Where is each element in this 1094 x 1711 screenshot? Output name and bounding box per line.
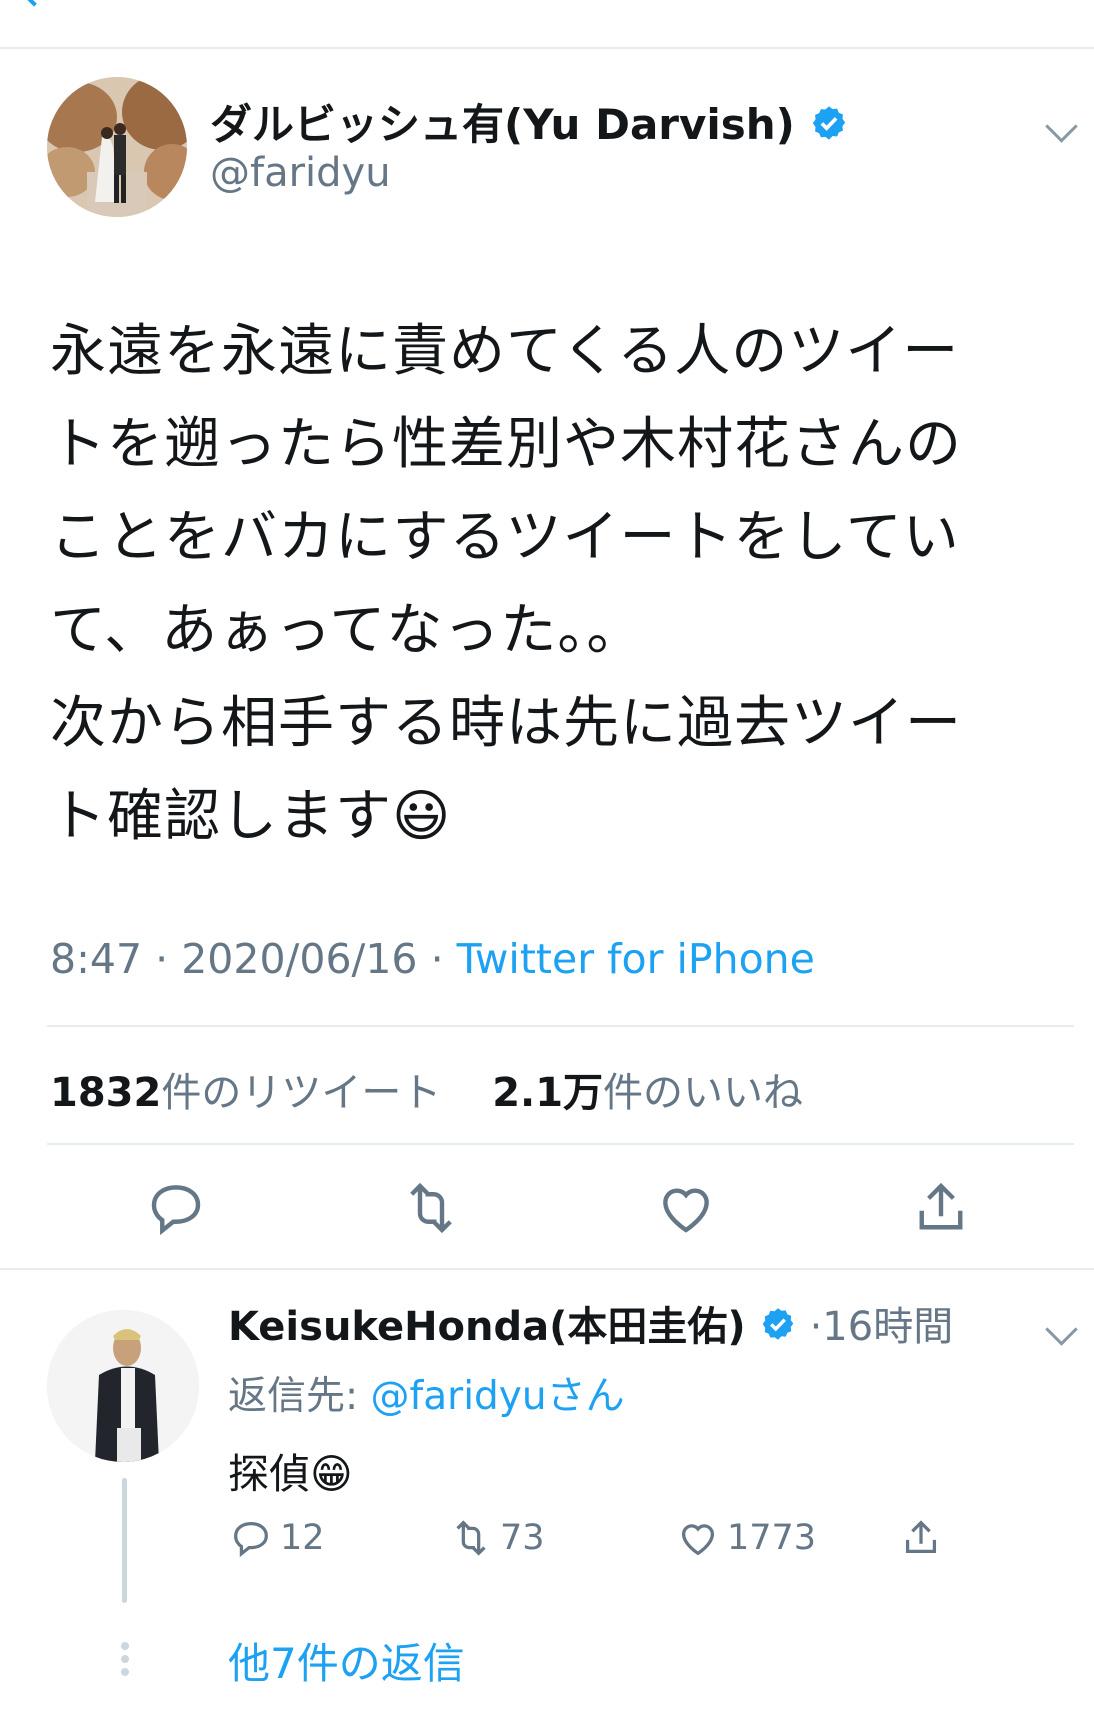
wedding-photo-avatar (47, 77, 187, 217)
tweet-date: 2020/06/16 (181, 935, 418, 983)
reply-to-handle[interactable]: @faridyuさん (371, 1374, 625, 1419)
reply-author-name[interactable]: KeisukeHonda(本田圭佑) (228, 1304, 746, 1350)
like-icon[interactable] (653, 1175, 719, 1241)
thread-dot (121, 1655, 129, 1663)
divider (0, 1268, 1094, 1270)
back-chevron-icon[interactable] (11, 0, 57, 7)
thread-dot (121, 1668, 129, 1676)
like-count-label: 件のいいね (603, 1070, 804, 1116)
reply-icon (234, 1521, 268, 1558)
author-handle[interactable]: @faridyu (210, 150, 391, 196)
reply-retweet-button[interactable]: 73 (448, 1515, 545, 1561)
reply-icon[interactable] (143, 1175, 209, 1241)
header-divider (0, 47, 1094, 49)
reply-time: ·16時間 (809, 1304, 954, 1350)
thread-dot (121, 1642, 129, 1650)
divider (47, 1025, 1074, 1027)
portrait-photo-avatar (47, 1310, 199, 1462)
divider (47, 1143, 1074, 1145)
verified-badge-icon (760, 1304, 796, 1354)
reply-like-button[interactable]: 1773 (675, 1515, 816, 1561)
share-icon[interactable] (908, 1175, 974, 1241)
reply-header[interactable]: KeisukeHonda(本田圭佑) ·16時間 (228, 1302, 953, 1354)
like-stat[interactable]: 2.1万件のいいね (492, 1070, 803, 1116)
author-display-name[interactable]: ダルビッシュ有(Yu Darvish) (210, 100, 795, 149)
meta-separator: · (155, 935, 182, 983)
share-icon (905, 1520, 937, 1554)
show-more-replies-link[interactable]: 他7件の返信 (228, 1630, 465, 1691)
retweet-count: 1832 (50, 1070, 162, 1116)
tweet-source-link[interactable]: Twitter for iPhone (457, 935, 815, 983)
like-count: 2.1万 (492, 1070, 604, 1116)
engagement-counts: 1832件のリツイート 2.1万件のいいね (50, 1060, 803, 1118)
reply-share-button[interactable] (898, 1515, 944, 1561)
retweet-icon (456, 1520, 486, 1556)
reply-reply-count: 12 (280, 1518, 325, 1558)
reply-retweet-count: 73 (500, 1518, 545, 1558)
thread-line (122, 1478, 127, 1603)
retweet-count-label: 件のリツイート (161, 1070, 442, 1116)
reply-body: 探偵😁 (228, 1450, 353, 1498)
author-name-row[interactable]: ダルビッシュ有(Yu Darvish) (210, 100, 848, 153)
verified-badge-icon (810, 103, 848, 153)
chevron-down-icon[interactable] (1045, 110, 1078, 143)
reply-reply-button[interactable]: 12 (228, 1515, 325, 1561)
avatar-darvish[interactable] (47, 77, 187, 217)
reply-to-label: 返信先: (228, 1374, 359, 1419)
replying-to: 返信先: @faridyuさん (228, 1365, 625, 1421)
tweet-meta: 8:47 · 2020/06/16 · Twitter for iPhone (50, 935, 815, 983)
chevron-down-icon[interactable] (1045, 1313, 1078, 1346)
reply-time-ago: 16時間 (822, 1304, 954, 1350)
reply-like-count: 1773 (727, 1518, 817, 1558)
avatar-honda[interactable] (47, 1310, 199, 1462)
meta-separator: · (430, 935, 457, 983)
tweet-body: 永遠を永遠に責めてくる人のツイー トを遡ったら性差別や木村花さんの ことをバカに… (50, 319, 962, 849)
like-icon (681, 1524, 715, 1556)
tweet-time: 8:47 (50, 935, 143, 983)
retweet-stat[interactable]: 1832件のリツイート (50, 1070, 441, 1116)
retweet-icon[interactable] (398, 1175, 464, 1241)
